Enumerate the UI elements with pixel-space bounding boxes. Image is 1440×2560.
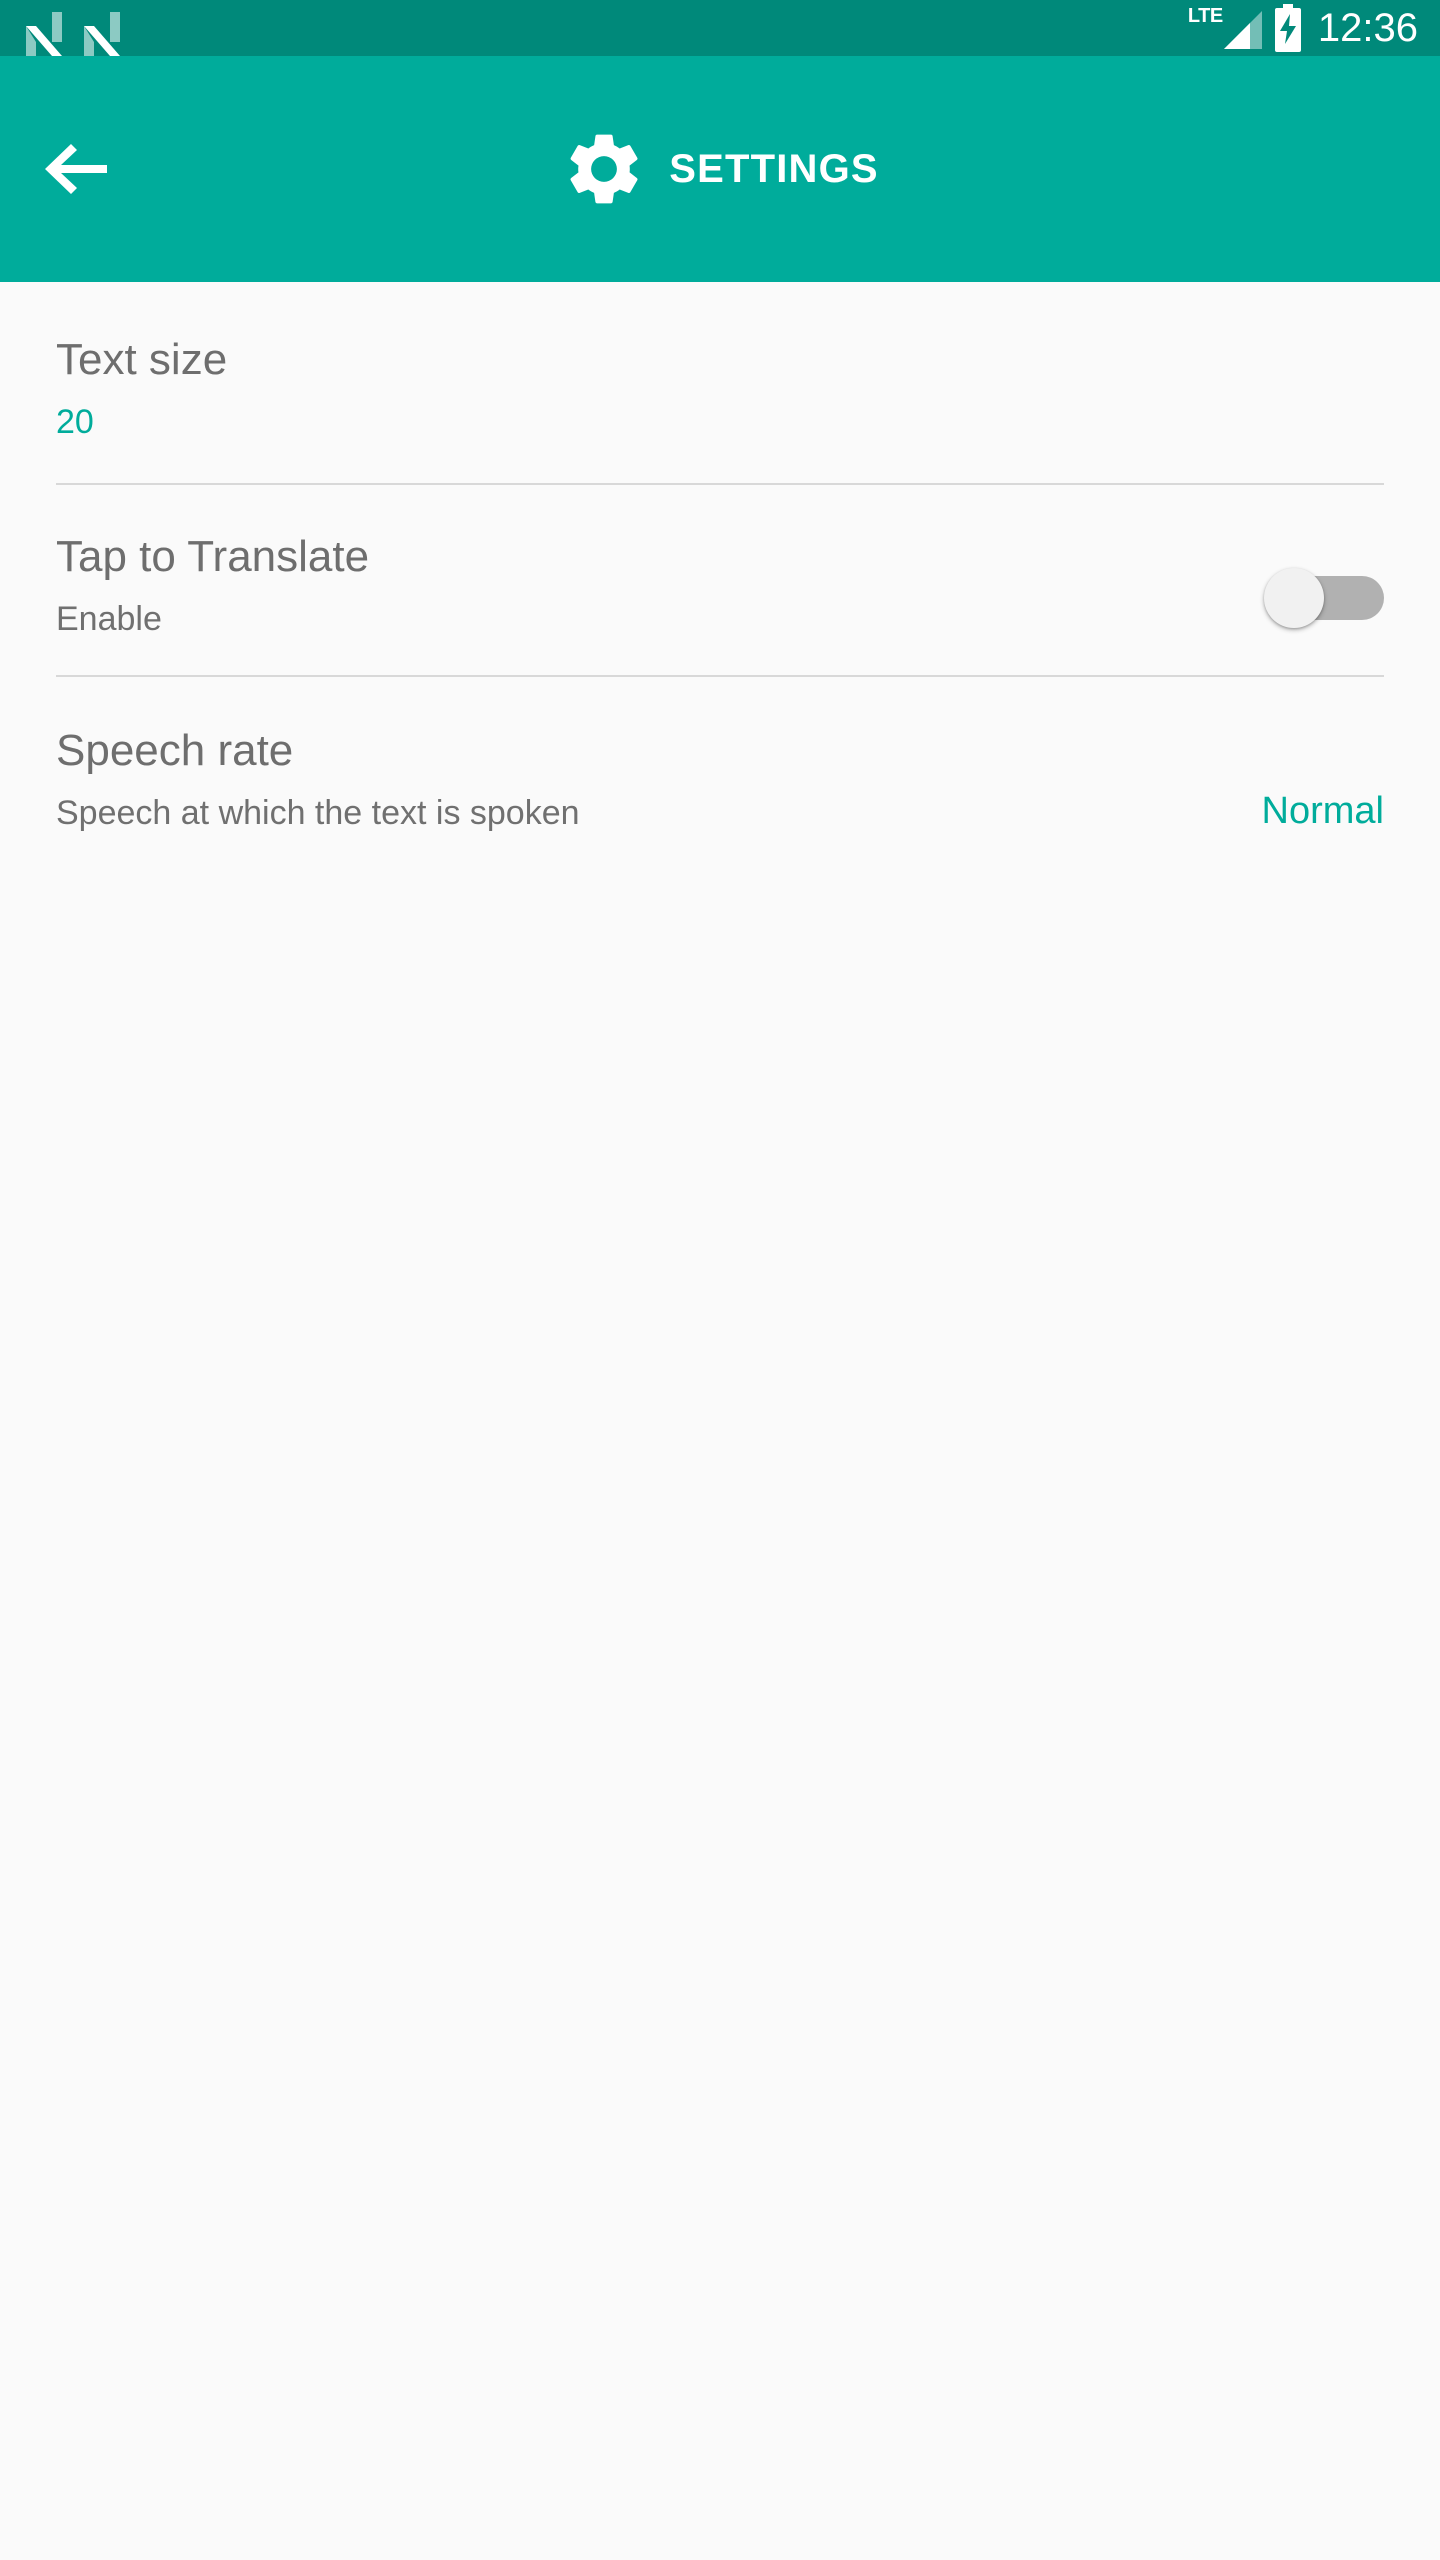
setting-title: Speech rate: [56, 726, 294, 776]
setting-row-text-size[interactable]: Text size 20: [0, 282, 1440, 483]
setting-title: Text size: [56, 335, 228, 384]
setting-text-block: Tap to Translate Enable: [56, 531, 1240, 640]
setting-title: Tap to Translate: [56, 531, 370, 581]
status-system-icons: LTE 12:36: [1188, 0, 1418, 56]
toggle-thumb: [1264, 568, 1324, 629]
android-n-icon: [26, 12, 62, 56]
setting-text-block: Speech rate Speech at which the text is …: [56, 725, 1238, 834]
setting-row-speech-rate[interactable]: Speech rate Speech at which the text is …: [0, 677, 1440, 874]
battery-charging-icon: [1274, 4, 1301, 52]
android-n-icon: [84, 12, 120, 56]
status-bar-clock: 12:36: [1317, 6, 1418, 50]
setting-text-block: Text size 20: [56, 334, 1384, 443]
back-button[interactable]: [28, 121, 124, 217]
settings-list: Text size 20 Tap to Translate Enable Spe…: [0, 282, 1440, 2375]
signal-bars-icon: LTE: [1188, 5, 1262, 51]
signal-triangle-icon: [1223, 11, 1262, 49]
setting-row-tap-to-translate[interactable]: Tap to Translate Enable: [0, 485, 1440, 676]
page-title: SETTINGS: [669, 147, 879, 191]
arrow-back-icon: [45, 144, 107, 194]
setting-summary: 20: [56, 402, 94, 441]
speech-rate-value[interactable]: Normal: [1262, 792, 1384, 834]
gear-icon: [570, 134, 638, 204]
status-notification-icons: [24, 0, 122, 56]
setting-summary: Enable: [56, 599, 162, 638]
app-screen: LTE 12:36 SETTINGS Text size 20 Tap to T…: [0, 0, 1440, 2560]
app-toolbar: SETTINGS: [0, 56, 1440, 282]
toolbar-title-group: SETTINGS: [0, 126, 1440, 212]
empty-content-area: [0, 874, 1440, 2375]
status-bar: LTE 12:36: [0, 0, 1440, 56]
setting-summary: Speech at which the text is spoken: [56, 794, 580, 833]
tap-to-translate-toggle[interactable]: [1264, 568, 1384, 629]
network-type-label: LTE: [1187, 5, 1223, 27]
